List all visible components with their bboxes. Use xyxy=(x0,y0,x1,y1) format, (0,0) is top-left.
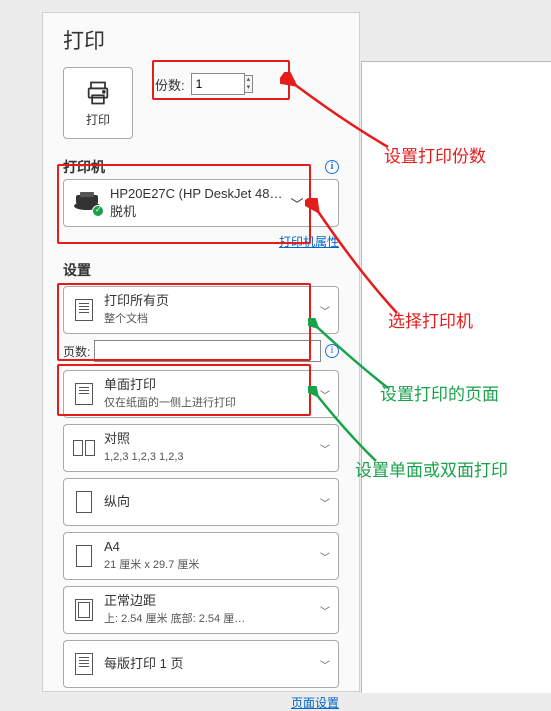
printer-status: 脱机 xyxy=(110,201,282,220)
anno-printer: 选择打印机 xyxy=(388,307,473,332)
chevron-down-icon: ﹀ xyxy=(316,657,330,672)
printer-device-icon xyxy=(72,191,102,215)
copies-spinner[interactable]: ▴▾ xyxy=(245,75,254,93)
pages-input[interactable] xyxy=(94,340,321,362)
printer-icon xyxy=(84,79,112,107)
anno-sides: 设置单面或双面打印 xyxy=(355,456,508,481)
printer-section-header: 打印机 i xyxy=(63,157,339,177)
printer-properties-link[interactable]: 打印机属性 xyxy=(279,235,339,249)
chevron-down-icon: ﹀ xyxy=(316,387,330,402)
paper-size-select[interactable]: A4 21 厘米 x 29.7 厘米 ﹀ xyxy=(63,532,339,580)
portrait-icon xyxy=(72,488,96,516)
orientation-select[interactable]: 纵向 ﹀ xyxy=(63,478,339,526)
page-icon xyxy=(72,542,96,570)
printer-select[interactable]: HP20E27C (HP DeskJet 48… 脱机 ﹀ xyxy=(63,179,339,227)
copies-input[interactable] xyxy=(191,73,245,95)
sides-select[interactable]: 单面打印 仅在纸面的一侧上进行打印 ﹀ xyxy=(63,370,339,418)
print-button[interactable]: 打印 xyxy=(63,67,133,139)
chevron-down-icon: ﹀ xyxy=(316,441,330,456)
print-button-label: 打印 xyxy=(86,111,110,128)
copies-label: 份数: xyxy=(155,75,185,94)
pages-row: 页数: i xyxy=(63,338,339,364)
single-side-icon xyxy=(72,380,96,408)
info-icon[interactable]: i xyxy=(325,344,339,358)
collate-select[interactable]: 对照 1,2,3 1,2,3 1,2,3 ﹀ xyxy=(63,424,339,472)
page-title: 打印 xyxy=(63,25,339,55)
anno-pages: 设置打印的页面 xyxy=(380,380,499,405)
document-icon xyxy=(72,296,96,324)
print-scope-select[interactable]: 打印所有页 整个文档 ﹀ xyxy=(63,286,339,334)
info-icon[interactable]: i xyxy=(325,160,339,174)
print-panel: 打印 打印 份数: ▴▾ 打印机 i xyxy=(42,12,360,692)
copies-group: 份数: ▴▾ xyxy=(147,69,259,99)
chevron-down-icon: ﹀ xyxy=(316,603,330,618)
status-ok-icon xyxy=(92,205,104,217)
margins-icon xyxy=(72,596,96,624)
anno-copies: 设置打印份数 xyxy=(384,142,486,167)
settings-section-header: 设置 xyxy=(63,260,339,280)
chevron-down-icon: ﹀ xyxy=(316,303,330,318)
collate-icon xyxy=(72,434,96,462)
chevron-down-icon: ﹀ xyxy=(316,495,330,510)
page-setup-link[interactable]: 页面设置 xyxy=(291,696,339,710)
margins-select[interactable]: 正常边距 上: 2.54 厘米 底部: 2.54 厘… ﹀ xyxy=(63,586,339,634)
chevron-down-icon: ﹀ xyxy=(316,549,330,564)
pages-label: 页数: xyxy=(63,343,90,360)
per-sheet-icon xyxy=(72,650,96,678)
chevron-down-icon: ﹀ xyxy=(290,194,303,213)
pages-per-sheet-select[interactable]: 每版打印 1 页 ﹀ xyxy=(63,640,339,688)
printer-name: HP20E27C (HP DeskJet 48… xyxy=(110,186,282,201)
